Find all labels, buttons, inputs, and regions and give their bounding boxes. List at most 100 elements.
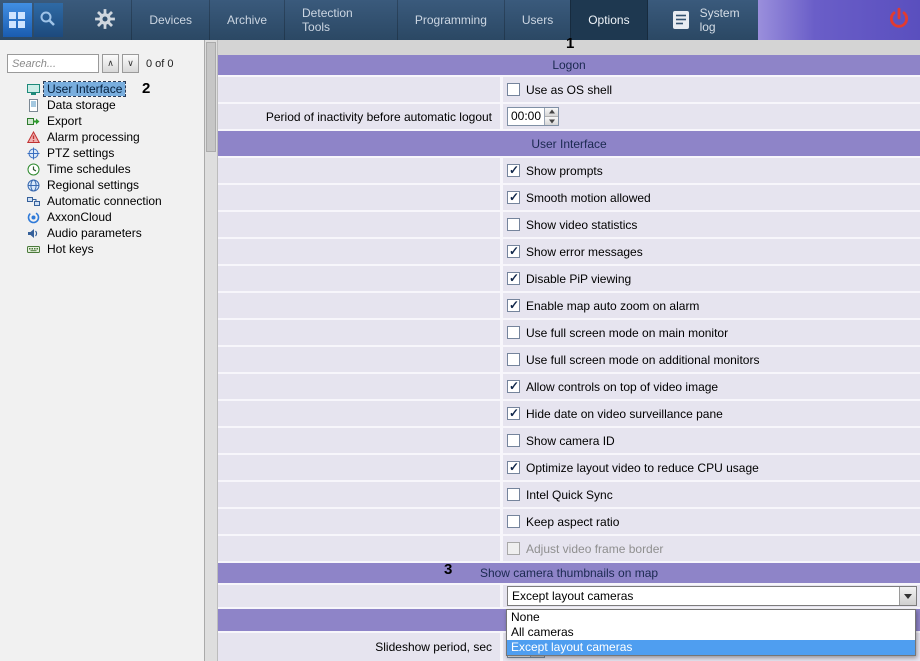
option-row-use-as-os-shell: Use as OS shell — [218, 77, 920, 104]
controls-on-top-checkbox[interactable] — [507, 380, 520, 393]
checkbox-label: Use as OS shell — [526, 83, 612, 97]
menu-item-options[interactable]: Options — [570, 0, 647, 40]
disable-pip-checkbox[interactable] — [507, 272, 520, 285]
spinner-up-button[interactable] — [545, 108, 558, 116]
intel-quick-sync-checkbox[interactable] — [507, 488, 520, 501]
sidebar-item-data-storage[interactable]: Data storage — [0, 97, 204, 113]
option-row-disable-pip: Disable PiP viewing — [218, 266, 920, 293]
top-toolbar: Devices Archive Detection Tools Programm… — [0, 0, 920, 40]
exit-power-button[interactable] — [878, 0, 920, 40]
sidebar-item-user-interface[interactable]: User Interface — [0, 81, 204, 97]
search-panel-button[interactable] — [34, 3, 63, 37]
smooth-motion-checkbox[interactable] — [507, 191, 520, 204]
sidebar-item-alarm-processing[interactable]: Alarm processing — [0, 129, 204, 145]
dropdown-option-none[interactable]: None — [507, 610, 915, 625]
dropdown-option-all-cameras[interactable]: All cameras — [507, 625, 915, 640]
system-log-label: System log — [700, 6, 759, 34]
menu-item-devices[interactable]: Devices — [131, 0, 209, 40]
user-interface-icon — [27, 83, 40, 96]
option-row-controls-on-top: Allow controls on top of video image — [218, 374, 920, 401]
system-log-icon — [670, 9, 692, 31]
fullscreen-main-checkbox[interactable] — [507, 326, 520, 339]
time-schedules-icon — [27, 163, 40, 176]
menu-item-programming[interactable]: Programming — [397, 0, 504, 40]
inactivity-period-spinner[interactable]: 00:00 — [507, 107, 559, 126]
sidebar-item-hot-keys[interactable]: Hot keys — [0, 241, 204, 257]
show-camera-id-checkbox[interactable] — [507, 434, 520, 447]
menu-item-detection-tools[interactable]: Detection Tools — [284, 0, 397, 40]
data-storage-icon — [27, 99, 40, 112]
alarm-processing-icon — [27, 131, 40, 144]
sidebar-item-axxoncloud[interactable]: AxxonCloud — [0, 209, 204, 225]
search-icon — [38, 9, 58, 32]
option-row-fullscreen-additional: Use full screen mode on additional monit… — [218, 347, 920, 374]
annotation-step-3: 3 — [444, 561, 452, 578]
use-as-os-shell-checkbox[interactable] — [507, 83, 520, 96]
sidebar-item-time-schedules[interactable]: Time schedules — [0, 161, 204, 177]
option-row-adjust-frame-border: Adjust video frame border — [218, 536, 920, 563]
menu-item-archive[interactable]: Archive — [209, 0, 284, 40]
apps-grid-icon — [9, 12, 25, 28]
search-next-button[interactable]: ∨ — [122, 54, 139, 73]
inactivity-period-label: Period of inactivity before automatic lo… — [218, 104, 503, 129]
option-row-map-thumbnails-select: Except layout cameras — [218, 585, 920, 609]
map-thumbnails-select[interactable]: Except layout cameras — [507, 586, 917, 606]
map-auto-zoom-checkbox[interactable] — [507, 299, 520, 312]
export-icon — [27, 115, 40, 128]
tree-search-input[interactable] — [7, 54, 99, 73]
settings-gear-button[interactable] — [90, 4, 122, 36]
option-row-error-messages: Show error messages — [218, 239, 920, 266]
dropdown-option-except-layout-cameras[interactable]: Except layout cameras — [507, 640, 915, 655]
spinner-stepper — [544, 108, 558, 125]
sidebar-item-audio-parameters[interactable]: Audio parameters — [0, 225, 204, 241]
section-header-map-thumbnails: Show camera thumbnails on map — [218, 563, 920, 585]
section-title: User Interface — [531, 137, 606, 151]
show-prompts-checkbox[interactable] — [507, 164, 520, 177]
options-panel: Logon Use as OS shell Period of inactivi… — [218, 40, 920, 661]
option-row-video-statistics: Show video statistics — [218, 212, 920, 239]
audio-parameters-icon — [27, 227, 40, 240]
annotation-step-2: 2 — [142, 80, 150, 97]
option-row-intel-quick-sync: Intel Quick Sync — [218, 482, 920, 509]
keep-aspect-ratio-checkbox[interactable] — [507, 515, 520, 528]
option-row-optimize-layout: Optimize layout video to reduce CPU usag… — [218, 455, 920, 482]
regional-settings-icon — [27, 179, 40, 192]
option-row-show-camera-id: Show camera ID — [218, 428, 920, 455]
sidebar-item-ptz-settings[interactable]: PTZ settings — [0, 145, 204, 161]
map-thumbnails-dropdown-list: None All cameras Except layout cameras — [506, 609, 916, 656]
video-statistics-checkbox[interactable] — [507, 218, 520, 231]
chevron-down-icon: ∨ — [127, 58, 134, 69]
option-row-hide-date: Hide date on video surveillance pane — [218, 401, 920, 428]
power-icon — [887, 7, 911, 34]
application-window: Devices Archive Detection Tools Programm… — [0, 0, 920, 661]
system-log-button[interactable]: System log — [670, 0, 759, 40]
main-area: ∧ ∨ 0 of 0 User Interface Data storage — [0, 40, 920, 661]
optimize-layout-checkbox[interactable] — [507, 461, 520, 474]
search-prev-button[interactable]: ∧ — [102, 54, 119, 73]
scrollbar-thumb[interactable] — [206, 42, 216, 152]
combo-value: Except layout cameras — [512, 589, 633, 603]
tree-search-row: ∧ ∨ 0 of 0 — [7, 54, 200, 73]
hide-date-checkbox[interactable] — [507, 407, 520, 420]
sidebar-item-export[interactable]: Export — [0, 113, 204, 129]
settings-sidebar: ∧ ∨ 0 of 0 User Interface Data storage — [0, 40, 205, 661]
main-menu: Devices Archive Detection Tools Programm… — [131, 0, 647, 40]
slideshow-period-label: Slideshow period, sec — [218, 633, 503, 661]
fullscreen-additional-checkbox[interactable] — [507, 353, 520, 366]
sidebar-item-regional-settings[interactable]: Regional settings — [0, 177, 204, 193]
combo-arrow-button[interactable] — [899, 587, 916, 605]
option-row-inactivity-period: Period of inactivity before automatic lo… — [218, 104, 920, 131]
option-row-smooth-motion: Smooth motion allowed — [218, 185, 920, 212]
section-title: Logon — [552, 58, 585, 72]
sidebar-scrollbar[interactable] — [205, 40, 218, 661]
combo-arrow-icon — [904, 594, 912, 603]
layouts-grid-icon[interactable] — [3, 3, 32, 37]
spinner-down-button[interactable] — [545, 116, 558, 125]
annotation-step-1: 1 — [566, 35, 574, 52]
sidebar-item-automatic-connection[interactable]: Automatic connection — [0, 193, 204, 209]
topbar-power-area — [758, 0, 920, 40]
spinner-value: 00:00 — [508, 108, 544, 125]
error-messages-checkbox[interactable] — [507, 245, 520, 258]
section-header-user-interface: User Interface — [218, 131, 920, 158]
menu-item-users[interactable]: Users — [504, 0, 570, 40]
